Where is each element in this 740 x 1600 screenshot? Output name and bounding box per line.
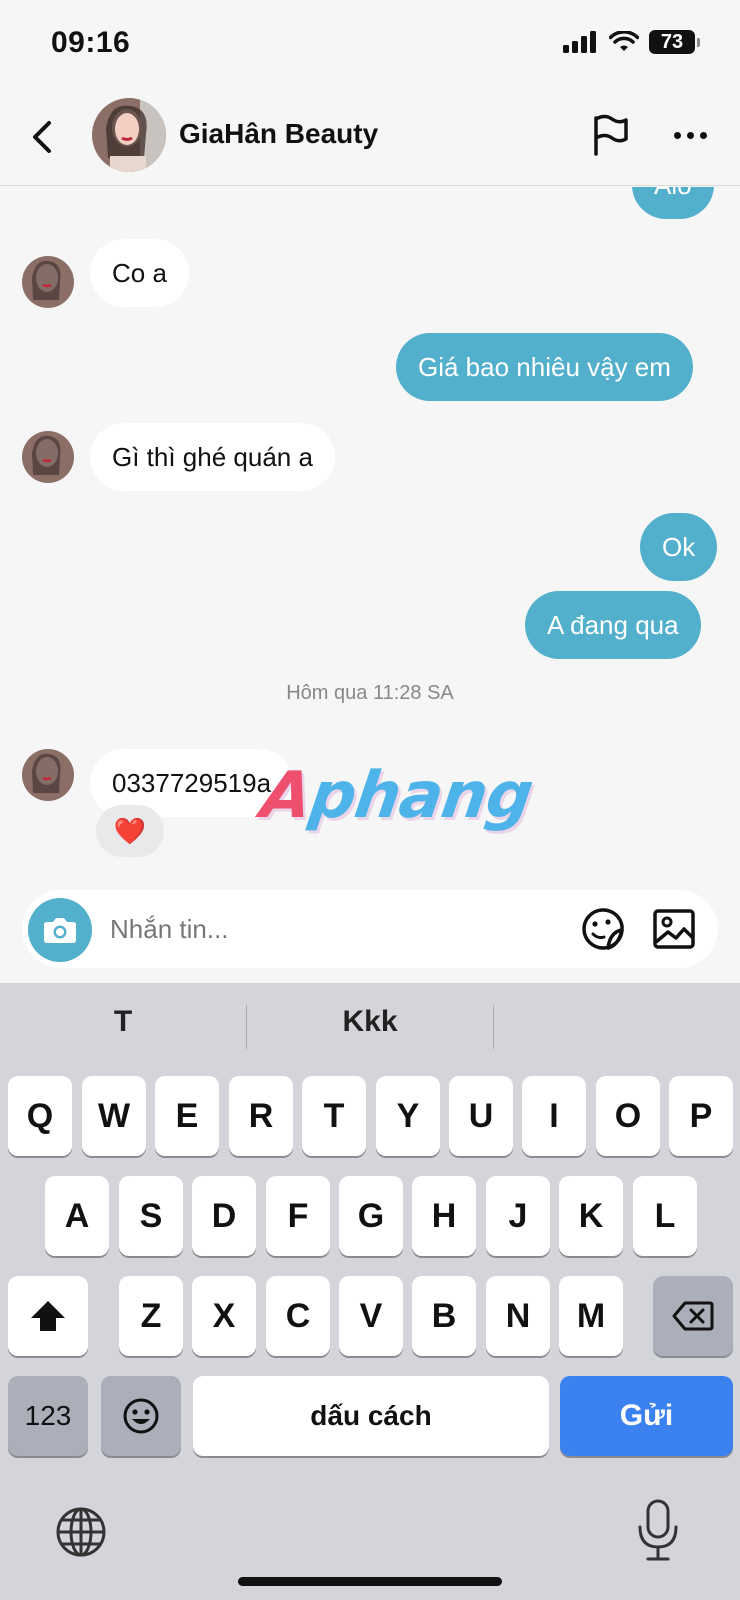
image-button[interactable] <box>652 908 696 950</box>
back-icon <box>33 121 51 153</box>
key-j[interactable]: J <box>486 1176 550 1256</box>
shift-key[interactable] <box>8 1276 88 1356</box>
message-bubble-out[interactable]: Alo <box>632 187 714 219</box>
backspace-icon <box>672 1301 714 1331</box>
key-p[interactable]: P <box>669 1076 733 1156</box>
message-input[interactable] <box>110 908 550 950</box>
camera-button[interactable] <box>28 898 92 962</box>
key-i[interactable]: I <box>522 1076 586 1156</box>
more-icon <box>673 131 681 139</box>
message-composer <box>22 890 718 968</box>
key-c[interactable]: C <box>266 1276 330 1356</box>
key-u[interactable]: U <box>449 1076 513 1156</box>
message-bubble-out[interactable]: A đang qua <box>525 591 701 659</box>
status-time: 09:16 <box>51 26 131 59</box>
emoji-key[interactable] <box>101 1376 181 1456</box>
chat-header: GiaHân Beauty <box>0 90 740 186</box>
more-icon-dot <box>699 131 707 139</box>
numbers-key[interactable]: 123 <box>8 1376 88 1456</box>
more-options-button[interactable] <box>666 112 714 158</box>
shift-icon <box>31 1301 65 1331</box>
status-icons: 73 <box>563 30 700 54</box>
message-bubble-out[interactable]: Giá bao nhiêu vậy em <box>396 333 693 401</box>
sender-avatar <box>22 431 74 483</box>
battery-indicator: 73 <box>649 30 695 54</box>
key-q[interactable]: Q <box>8 1076 72 1156</box>
key-h[interactable]: H <box>412 1176 476 1256</box>
key-k[interactable]: K <box>559 1176 623 1256</box>
suggestion-item[interactable]: Kkk <box>247 1005 493 1039</box>
key-y[interactable]: Y <box>376 1076 440 1156</box>
more-icon-dot <box>686 131 694 139</box>
camera-icon <box>44 918 76 943</box>
key-w[interactable]: W <box>82 1076 146 1156</box>
key-l[interactable]: L <box>633 1176 697 1256</box>
key-n[interactable]: N <box>486 1276 550 1356</box>
flag-icon <box>594 114 628 156</box>
message-timestamp: Hôm qua 11:28 SA <box>286 682 454 704</box>
watermark-rest: phang <box>305 759 537 833</box>
message-list[interactable]: Alo Co a Giá bao nhiêu vậy em Gì thì ghé… <box>0 187 740 875</box>
key-t[interactable]: T <box>302 1076 366 1156</box>
suggestion-bar: T Kkk <box>0 983 740 1069</box>
key-r[interactable]: R <box>229 1076 293 1156</box>
key-m[interactable]: M <box>559 1276 623 1356</box>
message-bubble-in[interactable]: Co a <box>90 239 189 307</box>
contact-avatar[interactable] <box>92 98 166 172</box>
send-key[interactable]: Gửi <box>560 1376 733 1456</box>
key-f[interactable]: F <box>266 1176 330 1256</box>
sender-avatar <box>22 256 74 308</box>
suggestion-divider <box>493 1005 494 1049</box>
space-key[interactable]: dấu cách <box>193 1376 549 1456</box>
key-b[interactable]: B <box>412 1276 476 1356</box>
key-s[interactable]: S <box>119 1176 183 1256</box>
watermark-logo: Aphang <box>257 759 537 833</box>
key-g[interactable]: G <box>339 1176 403 1256</box>
key-e[interactable]: E <box>155 1076 219 1156</box>
home-indicator[interactable] <box>238 1577 502 1586</box>
battery-tip <box>697 37 700 47</box>
back-button[interactable] <box>22 114 62 160</box>
wifi-icon <box>609 31 639 51</box>
suggestion-item[interactable]: T <box>0 1005 246 1039</box>
key-a[interactable]: A <box>45 1176 109 1256</box>
sender-avatar <box>22 749 74 801</box>
mic-icon[interactable] <box>636 1499 680 1561</box>
image-icon <box>653 909 695 949</box>
key-z[interactable]: Z <box>119 1276 183 1356</box>
message-bubble-in[interactable]: Gì thì ghé quán a <box>90 423 335 491</box>
sticker-icon <box>582 908 624 950</box>
heart-reaction[interactable]: ❤️ <box>96 805 164 857</box>
message-bubble-out[interactable]: Ok <box>640 513 718 581</box>
key-d[interactable]: D <box>192 1176 256 1256</box>
key-v[interactable]: V <box>339 1276 403 1356</box>
keyboard: T Kkk Q W E R T Y U I O P A S D F G H J … <box>0 983 740 1600</box>
report-button[interactable] <box>588 112 634 158</box>
emoji-icon <box>123 1398 159 1434</box>
key-x[interactable]: X <box>192 1276 256 1356</box>
backspace-key[interactable] <box>653 1276 733 1356</box>
key-o[interactable]: O <box>596 1076 660 1156</box>
globe-icon[interactable] <box>54 1505 108 1559</box>
signal-icon <box>563 31 596 53</box>
sticker-button[interactable] <box>580 906 626 952</box>
contact-name[interactable]: GiaHân Beauty <box>179 118 378 150</box>
